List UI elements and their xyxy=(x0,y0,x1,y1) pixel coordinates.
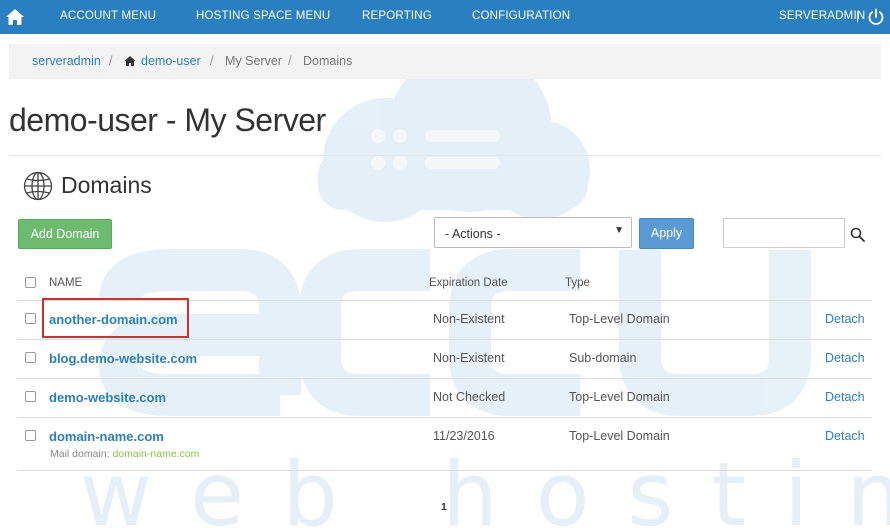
search-input[interactable] xyxy=(723,218,845,248)
breadcrumb-separator: / xyxy=(288,54,292,68)
domain-link[interactable]: demo-website.com xyxy=(49,390,166,405)
nav-user-name[interactable]: SERVERADMIN xyxy=(779,10,865,22)
mail-domain-info: Mail domain: domain-name.com xyxy=(50,448,199,460)
detach-link[interactable]: Detach xyxy=(825,429,865,443)
breadcrumb-my-server: My Server xyxy=(225,54,282,68)
actions-select[interactable]: - Actions - ▼ xyxy=(434,217,632,248)
expiration-date: 11/23/2016 xyxy=(433,429,495,443)
nav-reporting[interactable]: REPORTING xyxy=(362,10,432,22)
domain-link[interactable]: blog.demo-website.com xyxy=(49,351,197,366)
row-checkbox[interactable] xyxy=(25,391,36,402)
column-header-name[interactable]: NAME xyxy=(49,277,82,289)
page-title: demo-user - My Server xyxy=(9,102,326,138)
highlight-box xyxy=(42,298,189,338)
domain-type: Top-Level Domain xyxy=(569,429,670,443)
detach-link[interactable]: Detach xyxy=(825,390,865,404)
table-header: NAME Expiration Date Type xyxy=(17,266,872,301)
add-domain-button[interactable]: Add Domain xyxy=(18,219,112,249)
select-all-checkbox[interactable] xyxy=(25,277,36,288)
apply-button[interactable]: Apply xyxy=(639,218,694,249)
power-icon[interactable] xyxy=(866,7,886,27)
nav-separator: | xyxy=(856,9,860,23)
domain-type: Sub-domain xyxy=(569,351,637,365)
row-checkbox[interactable] xyxy=(25,352,36,363)
domain-type: Top-Level Domain xyxy=(569,390,670,404)
home-icon xyxy=(124,56,136,66)
section-title: Domains xyxy=(61,172,152,198)
table-row: domain-name.com 11/23/2016 Top-Level Dom… xyxy=(17,418,872,471)
breadcrumb-serveradmin[interactable]: serveradmin xyxy=(32,54,101,68)
detach-link[interactable]: Detach xyxy=(825,312,865,326)
row-checkbox[interactable] xyxy=(25,430,36,441)
nav-account-menu[interactable]: ACCOUNT MENU xyxy=(60,10,156,22)
domains-table: NAME Expiration Date Type another-domain… xyxy=(17,266,872,471)
nav-hosting-space-menu[interactable]: HOSTING SPACE MENU xyxy=(196,10,330,22)
table-row: blog.demo-website.com Non-Existent Sub-d… xyxy=(17,340,872,379)
column-header-expiration[interactable]: Expiration Date xyxy=(429,277,508,289)
domain-link[interactable]: domain-name.com xyxy=(49,429,164,444)
title-divider xyxy=(9,155,881,156)
globe-icon xyxy=(23,171,53,201)
breadcrumb-demo-user[interactable]: demo-user xyxy=(141,54,201,68)
nav-configuration[interactable]: CONFIGURATION xyxy=(472,10,570,22)
breadcrumb-separator: / xyxy=(210,54,214,68)
breadcrumb-separator: / xyxy=(109,54,113,68)
actions-select-value: - Actions - xyxy=(445,227,501,241)
breadcrumb: serveradmin / demo-user / My Server / Do… xyxy=(9,44,881,79)
domain-type: Top-Level Domain xyxy=(569,312,670,326)
mail-domain-link[interactable]: domain-name.com xyxy=(112,448,199,460)
home-icon[interactable] xyxy=(4,6,26,28)
column-header-type[interactable]: Type xyxy=(565,277,590,289)
expiration-date: Not Checked xyxy=(433,390,506,404)
table-row: demo-website.com Not Checked Top-Level D… xyxy=(17,379,872,418)
top-nav-bar: ACCOUNT MENU HOSTING SPACE MENU REPORTIN… xyxy=(0,0,890,34)
row-checkbox[interactable] xyxy=(25,313,36,324)
mail-domain-label: Mail domain: xyxy=(50,448,110,460)
caret-down-icon: ▼ xyxy=(614,225,624,236)
breadcrumb-domains: Domains xyxy=(303,54,353,68)
search-icon[interactable] xyxy=(850,227,865,242)
expiration-date: Non-Existent xyxy=(433,312,505,326)
detach-link[interactable]: Detach xyxy=(825,351,865,365)
expiration-date: Non-Existent xyxy=(433,351,505,365)
pagination-current-page[interactable]: 1 xyxy=(441,501,447,513)
